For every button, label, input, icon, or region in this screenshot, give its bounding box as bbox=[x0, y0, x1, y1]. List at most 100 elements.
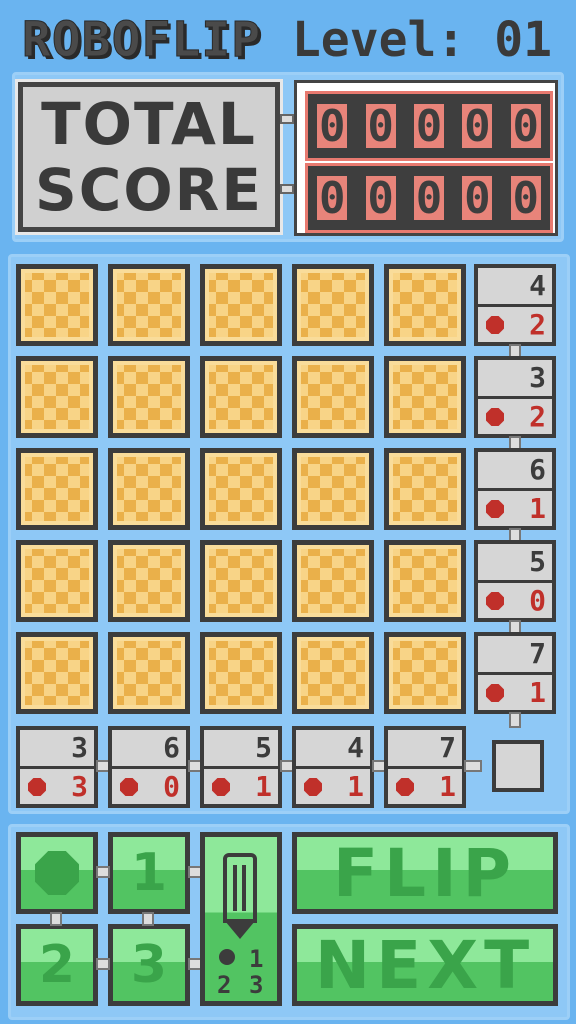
hint-bomb-count: 2 bbox=[529, 308, 546, 341]
hint-point-sum: 3 bbox=[71, 731, 88, 764]
score-label-line1: TOTAL bbox=[41, 90, 257, 158]
column-hint: 33 bbox=[16, 726, 98, 808]
board-tile[interactable] bbox=[16, 356, 98, 438]
bomb-icon bbox=[212, 778, 230, 796]
corner-junction bbox=[492, 740, 544, 792]
board-tile[interactable] bbox=[200, 448, 282, 530]
board-tile[interactable] bbox=[108, 540, 190, 622]
board-tile[interactable] bbox=[16, 632, 98, 714]
board-tile[interactable] bbox=[292, 264, 374, 346]
memo-bomb-button[interactable] bbox=[16, 832, 98, 914]
pipe-connector bbox=[96, 958, 110, 970]
hint-bomb-count: 1 bbox=[439, 770, 456, 803]
bomb-icon bbox=[28, 778, 46, 796]
column-hint: 41 bbox=[292, 726, 374, 808]
memo-bomb-dot-icon bbox=[219, 949, 235, 965]
column-hint: 60 bbox=[108, 726, 190, 808]
hint-point-sum: 5 bbox=[529, 545, 546, 578]
score-digit: 0 bbox=[459, 173, 496, 223]
bomb-icon bbox=[486, 592, 504, 610]
memo-2-button[interactable]: 2 bbox=[16, 924, 98, 1006]
pipe-connector bbox=[280, 184, 294, 194]
score-digit: 0 bbox=[459, 101, 496, 151]
board-tile[interactable] bbox=[200, 540, 282, 622]
memo-mode-1: 1 bbox=[249, 945, 264, 973]
board-tile[interactable] bbox=[384, 540, 466, 622]
hint-point-sum: 3 bbox=[529, 361, 546, 394]
board-tile[interactable] bbox=[292, 356, 374, 438]
board-tile[interactable] bbox=[200, 632, 282, 714]
score-label-line2: SCORE bbox=[35, 156, 263, 224]
pipe-connector bbox=[280, 114, 294, 124]
bomb-icon bbox=[486, 408, 504, 426]
hint-point-sum: 4 bbox=[529, 269, 546, 302]
score-digit: 0 bbox=[362, 101, 399, 151]
bomb-icon bbox=[304, 778, 322, 796]
total-score-label: TOTAL SCORE bbox=[15, 79, 283, 235]
board-tile[interactable] bbox=[384, 448, 466, 530]
hint-bomb-count: 1 bbox=[347, 770, 364, 803]
board-tile[interactable] bbox=[16, 264, 98, 346]
board-tile[interactable] bbox=[292, 540, 374, 622]
column-hint: 51 bbox=[200, 726, 282, 808]
memo-mode-2: 2 bbox=[217, 971, 232, 999]
row-hint: 32 bbox=[474, 356, 556, 438]
board-tile[interactable] bbox=[292, 448, 374, 530]
memo-3-button[interactable]: 3 bbox=[108, 924, 190, 1006]
board-tile[interactable] bbox=[108, 356, 190, 438]
hint-point-sum: 7 bbox=[529, 637, 546, 670]
pencil-icon bbox=[223, 853, 257, 923]
header: ROBOFLIP Level: 01 bbox=[12, 8, 564, 70]
board-tile[interactable] bbox=[108, 448, 190, 530]
row-hint: 61 bbox=[474, 448, 556, 530]
memo-mode-button[interactable]: 1 2 3 bbox=[200, 832, 282, 1006]
pipe-connector bbox=[50, 912, 62, 926]
next-label: NEXT bbox=[314, 927, 536, 1004]
score-digit: 0 bbox=[410, 173, 447, 223]
bomb-icon bbox=[486, 316, 504, 334]
hint-bomb-count: 3 bbox=[71, 770, 88, 803]
hint-point-sum: 6 bbox=[163, 731, 180, 764]
hint-bomb-count: 0 bbox=[529, 584, 546, 617]
board-tile[interactable] bbox=[108, 264, 190, 346]
next-button[interactable]: NEXT bbox=[292, 924, 558, 1006]
hint-point-sum: 7 bbox=[439, 731, 456, 764]
score-digit: 0 bbox=[410, 101, 447, 151]
hint-point-sum: 6 bbox=[529, 453, 546, 486]
pipe-connector bbox=[142, 912, 154, 926]
board-tile[interactable] bbox=[16, 448, 98, 530]
score-digit: 0 bbox=[362, 173, 399, 223]
row-hint: 42 bbox=[474, 264, 556, 346]
level-indicator: Level: 01 bbox=[291, 12, 552, 68]
board-tile[interactable] bbox=[292, 632, 374, 714]
memo-1-button[interactable]: 1 bbox=[108, 832, 190, 914]
score-digit: 0 bbox=[314, 173, 351, 223]
pencil-tip-icon bbox=[225, 921, 255, 939]
hint-point-sum: 4 bbox=[347, 731, 364, 764]
score-digit: 0 bbox=[507, 101, 544, 151]
pipe-connector bbox=[96, 866, 110, 878]
pipe-connector bbox=[509, 712, 521, 728]
hint-bomb-count: 2 bbox=[529, 400, 546, 433]
memo-1-label: 1 bbox=[130, 843, 168, 903]
board-tile[interactable] bbox=[384, 264, 466, 346]
bomb-icon bbox=[120, 778, 138, 796]
board-tile[interactable] bbox=[200, 264, 282, 346]
hint-bomb-count: 1 bbox=[529, 492, 546, 525]
row-hint: 71 bbox=[474, 632, 556, 714]
bomb-icon bbox=[396, 778, 414, 796]
board-tile[interactable] bbox=[108, 632, 190, 714]
octagon-bomb-icon bbox=[35, 851, 79, 895]
flip-label: FLIP bbox=[332, 835, 518, 912]
board-tile[interactable] bbox=[16, 540, 98, 622]
memo-mode-3: 3 bbox=[249, 971, 264, 999]
flip-button[interactable]: FLIP bbox=[292, 832, 558, 914]
hint-bomb-count: 1 bbox=[255, 770, 272, 803]
bomb-icon bbox=[486, 500, 504, 518]
bomb-icon bbox=[486, 684, 504, 702]
board-tile[interactable] bbox=[384, 356, 466, 438]
score-digit: 0 bbox=[314, 101, 351, 151]
board-tile[interactable] bbox=[384, 632, 466, 714]
board-tile[interactable] bbox=[200, 356, 282, 438]
hint-bomb-count: 1 bbox=[529, 676, 546, 709]
